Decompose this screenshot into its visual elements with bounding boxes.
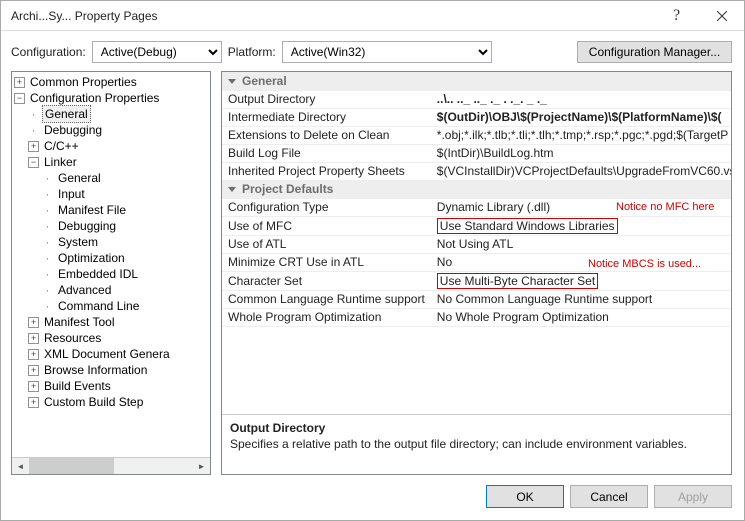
platform-label: Platform: — [228, 45, 276, 59]
tree-item-debugging[interactable]: ·Debugging — [14, 122, 210, 138]
prop-wpo[interactable]: Whole Program OptimizationNo Whole Progr… — [222, 308, 731, 326]
tree-item-linker-debugging[interactable]: ·Debugging — [14, 218, 210, 234]
cancel-button[interactable]: Cancel — [570, 485, 648, 508]
tree-item-linker-advanced[interactable]: ·Advanced — [14, 282, 210, 298]
tree-item-linker-system[interactable]: ·System — [14, 234, 210, 250]
tree-item-custom-build[interactable]: +Custom Build Step — [14, 394, 210, 410]
description-text: Specifies a relative path to the output … — [230, 437, 723, 451]
tree-item-resources[interactable]: +Resources — [14, 330, 210, 346]
tree-item-common[interactable]: +Common Properties — [14, 74, 210, 90]
tree-hscrollbar[interactable]: ◄ ► — [12, 457, 210, 474]
section-project-defaults[interactable]: Project Defaults — [222, 180, 731, 198]
config-manager-button[interactable]: Configuration Manager... — [577, 41, 732, 63]
scroll-left-icon[interactable]: ◄ — [12, 458, 29, 474]
footer: OK Cancel Apply — [1, 475, 744, 520]
platform-select[interactable]: Active(Win32) — [282, 41, 492, 63]
prop-clr[interactable]: Common Language Runtime supportNo Common… — [222, 290, 731, 308]
tree-item-linker-embedded-idl[interactable]: ·Embedded IDL — [14, 266, 210, 282]
window-title: Archi...Sy... Property Pages — [11, 9, 654, 23]
tree-item-ccpp[interactable]: +C/C++ — [14, 138, 210, 154]
config-select[interactable]: Active(Debug) — [92, 41, 222, 63]
section-general[interactable]: General — [222, 72, 731, 90]
tree-item-linker-manifest[interactable]: ·Manifest File — [14, 202, 210, 218]
tree[interactable]: +Common Properties −Configuration Proper… — [12, 72, 210, 457]
close-button[interactable] — [699, 1, 744, 31]
annotation-mbcs: Notice MBCS is used... — [588, 258, 701, 270]
scroll-right-icon[interactable]: ► — [193, 458, 210, 474]
annotation-no-mfc: Notice no MFC here — [616, 201, 714, 213]
prop-use-of-atl[interactable]: Use of ATLNot Using ATL — [222, 235, 731, 253]
collapse-icon — [228, 79, 236, 84]
config-row: Configuration: Active(Debug) Platform: A… — [1, 31, 744, 71]
scroll-thumb[interactable] — [29, 458, 114, 474]
tree-panel: +Common Properties −Configuration Proper… — [11, 71, 211, 475]
property-grid[interactable]: Notice no MFC here Notice MBCS is used..… — [222, 72, 731, 414]
help-button[interactable]: ? — [654, 1, 699, 31]
collapse-icon — [228, 187, 236, 192]
prop-extensions-delete[interactable]: Extensions to Delete on Clean*.obj;*.ilk… — [222, 126, 731, 144]
ok-button[interactable]: OK — [486, 485, 564, 508]
prop-inherited-sheets[interactable]: Inherited Project Property Sheets$(VCIns… — [222, 162, 731, 180]
tree-item-config-props[interactable]: −Configuration Properties — [14, 90, 210, 106]
apply-button[interactable]: Apply — [654, 485, 732, 508]
prop-char-set[interactable]: Character SetUse Multi-Byte Character Se… — [222, 271, 731, 290]
tree-item-browse-info[interactable]: +Browse Information — [14, 362, 210, 378]
title-bar: Archi...Sy... Property Pages ? — [1, 1, 744, 31]
prop-use-of-mfc[interactable]: Use of MFCUse Standard Windows Libraries — [222, 216, 731, 235]
tree-item-build-events[interactable]: +Build Events — [14, 378, 210, 394]
description-heading: Output Directory — [230, 421, 723, 435]
tree-item-linker-optimization[interactable]: ·Optimization — [14, 250, 210, 266]
description-panel: Output Directory Specifies a relative pa… — [222, 414, 731, 474]
tree-item-xml-doc[interactable]: +XML Document Genera — [14, 346, 210, 362]
tree-item-linker[interactable]: −Linker — [14, 154, 210, 170]
prop-output-directory[interactable]: Output Directory..\.. .._ .._ ._ . ._. _… — [222, 90, 731, 108]
tree-item-linker-input[interactable]: ·Input — [14, 186, 210, 202]
prop-intermediate-directory[interactable]: Intermediate Directory$(OutDir)\OBJ\$(Pr… — [222, 108, 731, 126]
tree-item-general[interactable]: ·General — [14, 106, 210, 122]
tree-item-linker-cmdline[interactable]: ·Command Line — [14, 298, 210, 314]
config-label: Configuration: — [11, 45, 86, 59]
tree-item-manifest-tool[interactable]: +Manifest Tool — [14, 314, 210, 330]
property-panel: Notice no MFC here Notice MBCS is used..… — [221, 71, 732, 475]
tree-item-linker-general[interactable]: ·General — [14, 170, 210, 186]
prop-build-log[interactable]: Build Log File$(IntDir)\BuildLog.htm — [222, 144, 731, 162]
